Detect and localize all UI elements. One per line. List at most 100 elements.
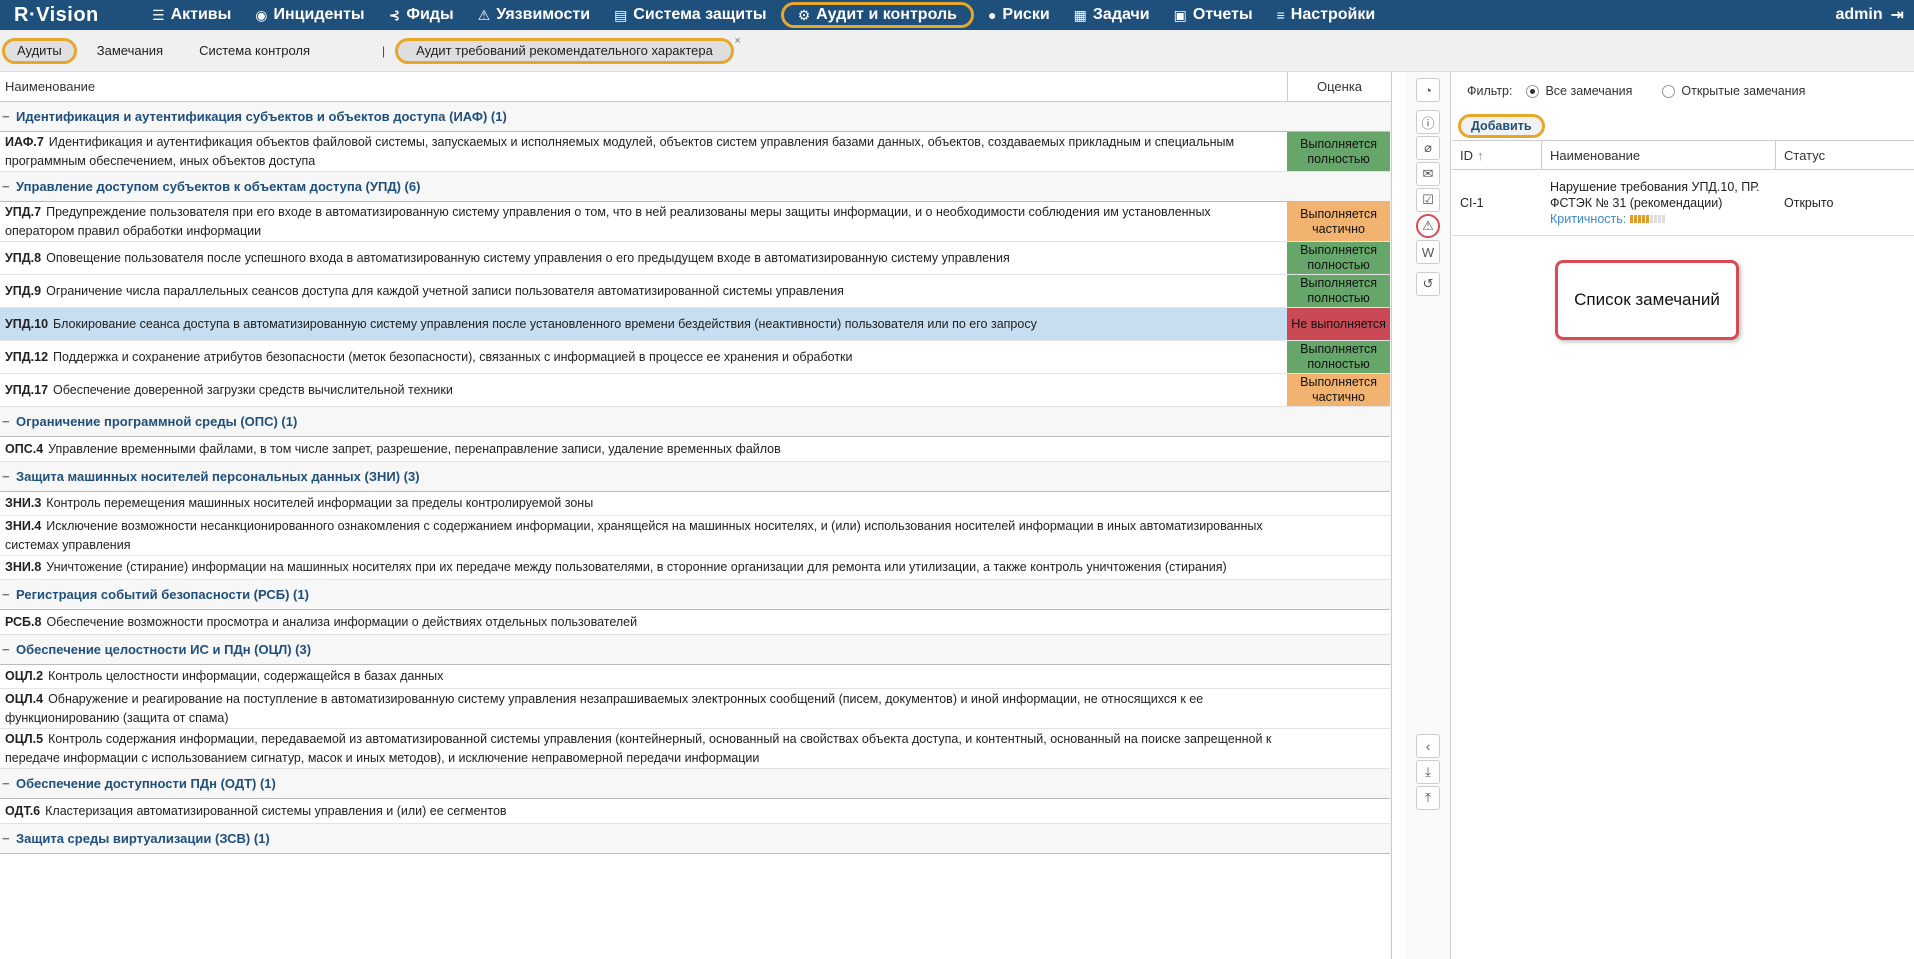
table-row[interactable]: УПД.17 Обеспечение доверенной загрузки ср… xyxy=(0,374,1390,407)
group-header[interactable]: − Защита среды виртуализации (ЗСВ) (1) xyxy=(0,824,1390,854)
table-row[interactable]: УПД.12 Поддержка и сохранение атрибутов б… xyxy=(0,341,1390,374)
group-header[interactable]: − Регистрация событий безопасности (РСБ) … xyxy=(0,580,1390,610)
nav-item-8[interactable]: ▣ Отчеты xyxy=(1162,0,1265,30)
group-header[interactable]: − Ограничение программной среды (ОПС) (1) xyxy=(0,407,1390,437)
score-cell[interactable]: Выполняется полностью xyxy=(1287,341,1390,373)
warning-icon[interactable]: ⚠ xyxy=(1416,214,1440,238)
col-header-remark-name[interactable]: Наименование xyxy=(1542,141,1776,169)
requirement-cell: ОДТ.6 Кластеризация автоматизированной си… xyxy=(0,799,1287,823)
group-header[interactable]: − Обеспечение целостности ИС и ПДн (ОЦЛ) … xyxy=(0,635,1390,665)
user-menu[interactable]: admin ⇥ xyxy=(1835,5,1914,25)
group-header[interactable]: − Идентификация и аутентификация субъекто… xyxy=(0,102,1390,132)
export-icon[interactable]: ⤓ xyxy=(1416,760,1440,784)
table-row[interactable]: РСБ.8 Обеспечение возможности просмотра и… xyxy=(0,610,1390,635)
user-name[interactable]: admin xyxy=(1835,6,1882,24)
table-row[interactable]: УПД.10 Блокирование сеанса доступа в авто… xyxy=(0,308,1390,341)
requirement-code: РСБ.8 xyxy=(5,614,42,629)
remark-id[interactable]: CI-1 xyxy=(1452,170,1542,235)
requirement-cell: ОПС.4 Управление временными файлами, в то… xyxy=(0,437,1287,461)
collapse-icon[interactable]: − xyxy=(2,642,12,657)
score-cell[interactable]: Не выполняется xyxy=(1287,308,1390,340)
checklist-icon[interactable]: ☑ xyxy=(1416,188,1440,212)
collapse-icon[interactable]: − xyxy=(2,587,12,602)
word-icon[interactable]: W xyxy=(1416,240,1440,264)
collapse-icon[interactable]: − xyxy=(2,831,12,846)
col-header-score[interactable]: Оценка xyxy=(1288,72,1391,101)
group-header[interactable]: − Управление доступом субъектов к объекта… xyxy=(0,172,1390,202)
table-row[interactable]: ОПС.4 Управление временными файлами, в то… xyxy=(0,437,1390,462)
logout-icon[interactable]: ⇥ xyxy=(1891,5,1904,25)
app-logo[interactable]: R·Vision xyxy=(0,4,140,27)
collapse-icon[interactable]: − xyxy=(2,109,12,124)
radio-open-label[interactable]: Открытые замечания xyxy=(1681,84,1805,98)
requirement-code: УПД.9 xyxy=(5,283,42,298)
nav-item-0[interactable]: ☰ Активы xyxy=(140,0,243,30)
radio-all-label[interactable]: Все замечания xyxy=(1545,84,1632,98)
table-row[interactable]: ОЦЛ.4 Обнаружение и реагирование на посту… xyxy=(0,689,1390,729)
remark-name-cell[interactable]: Нарушение требования УПД.10, ПР. ФСТЭК №… xyxy=(1542,170,1776,235)
collapse-icon[interactable]: − xyxy=(2,179,12,194)
score-cell[interactable] xyxy=(1287,516,1390,555)
table-row[interactable]: ЗНИ.4 Исключение возможности несанкционир… xyxy=(0,516,1390,556)
col-header-name[interactable]: Наименование xyxy=(0,72,1289,101)
radio-all-remarks[interactable] xyxy=(1526,84,1540,98)
radio-open-remarks[interactable] xyxy=(1662,84,1676,98)
collapse-icon[interactable]: − xyxy=(2,414,12,429)
nav-item-6[interactable]: ● Риски xyxy=(976,0,1062,30)
nav-item-1[interactable]: ◉ Инциденты xyxy=(243,0,376,30)
score-cell[interactable]: Выполняется полностью xyxy=(1287,275,1390,307)
nav-item-4[interactable]: ▤ Система защиты xyxy=(602,0,779,30)
tab-control-system[interactable]: Система контроля xyxy=(187,38,322,64)
score-cell[interactable] xyxy=(1287,556,1390,579)
score-cell[interactable] xyxy=(1287,729,1390,768)
close-tab-icon[interactable]: × xyxy=(734,35,740,47)
remark-row[interactable]: CI-1 Нарушение требования УПД.10, ПР. ФСТ… xyxy=(1452,170,1914,236)
sort-asc-icon[interactable]: ↑ xyxy=(1477,148,1484,163)
collapse-icon[interactable]: − xyxy=(2,776,12,791)
requirement-cell: УПД.10 Блокирование сеанса доступа в авто… xyxy=(0,308,1287,340)
nav-item-7[interactable]: ▦ Задачи xyxy=(1062,0,1162,30)
score-cell[interactable] xyxy=(1287,492,1390,515)
nav-item-5[interactable]: ⚙ Аудит и контроль xyxy=(780,2,974,28)
score-cell[interactable] xyxy=(1287,437,1390,461)
pie-chart-icon[interactable]: ◔ xyxy=(1416,78,1440,102)
score-cell[interactable] xyxy=(1287,799,1390,823)
table-row[interactable]: УПД.9 Ограничение числа параллельных сеан… xyxy=(0,275,1390,308)
score-cell[interactable] xyxy=(1287,610,1390,634)
score-cell[interactable] xyxy=(1287,689,1390,728)
table-row[interactable]: УПД.7 Предупреждение пользователя при его… xyxy=(0,202,1390,242)
tab-audit-recommendations[interactable]: Аудит требований рекомендательного харак… xyxy=(395,35,741,64)
paperclip-icon[interactable]: ⌀ xyxy=(1416,136,1440,160)
chevron-left-icon[interactable]: ‹ xyxy=(1416,734,1440,758)
tab-remarks[interactable]: Замечания xyxy=(85,38,175,64)
nav-item-3[interactable]: ⚠ Уязвимости xyxy=(466,0,602,30)
nav-item-9[interactable]: ≡ Настройки xyxy=(1265,0,1388,30)
table-row[interactable]: УПД.8 Оповещение пользователя после успеш… xyxy=(0,242,1390,275)
collapse-icon[interactable]: − xyxy=(2,469,12,484)
table-row[interactable]: ЗНИ.8 Уничтожение (стирание) информации н… xyxy=(0,556,1390,580)
score-cell[interactable] xyxy=(1287,665,1390,688)
group-header[interactable]: − Защита машинных носителей персональных … xyxy=(0,462,1390,492)
table-row[interactable]: ИАФ.7 Идентификация и аутентификация объе… xyxy=(0,132,1390,172)
table-row[interactable]: ОЦЛ.2 Контроль целостности информации, со… xyxy=(0,665,1390,689)
table-scrollbar[interactable]: ▲ ▼ xyxy=(1390,102,1391,959)
add-remark-button[interactable]: Добавить xyxy=(1458,114,1545,138)
tab-audits[interactable]: Аудиты xyxy=(2,37,77,64)
col-header-status[interactable]: Статус xyxy=(1776,141,1914,169)
score-cell[interactable]: Выполняется полностью xyxy=(1287,242,1390,274)
history-icon[interactable]: ↺ xyxy=(1416,272,1440,296)
remark-name[interactable]: Нарушение требования УПД.10, ПР. ФСТЭК №… xyxy=(1550,179,1776,211)
table-row[interactable]: ОЦЛ.5 Контроль содержания информации, пер… xyxy=(0,729,1390,769)
score-cell[interactable]: Выполняется полностью xyxy=(1287,132,1390,171)
import-icon[interactable]: ⤒ xyxy=(1416,786,1440,810)
col-header-id[interactable]: ID ↑ xyxy=(1452,141,1542,169)
requirement-text: Контроль целостности информации, содержа… xyxy=(48,669,444,683)
info-icon[interactable]: ⓘ xyxy=(1416,110,1440,134)
score-cell[interactable]: Выполняется частично xyxy=(1287,374,1390,406)
score-cell[interactable]: Выполняется частично xyxy=(1287,202,1390,241)
table-row[interactable]: ЗНИ.3 Контроль перемещения машинных носит… xyxy=(0,492,1390,516)
table-row[interactable]: ОДТ.6 Кластеризация автоматизированной си… xyxy=(0,799,1390,824)
nav-item-2[interactable]: ⊰ Фиды xyxy=(377,0,466,30)
group-header[interactable]: − Обеспечение доступности ПДн (ОДТ) (1) xyxy=(0,769,1390,799)
comments-icon[interactable]: ✉ xyxy=(1416,162,1440,186)
